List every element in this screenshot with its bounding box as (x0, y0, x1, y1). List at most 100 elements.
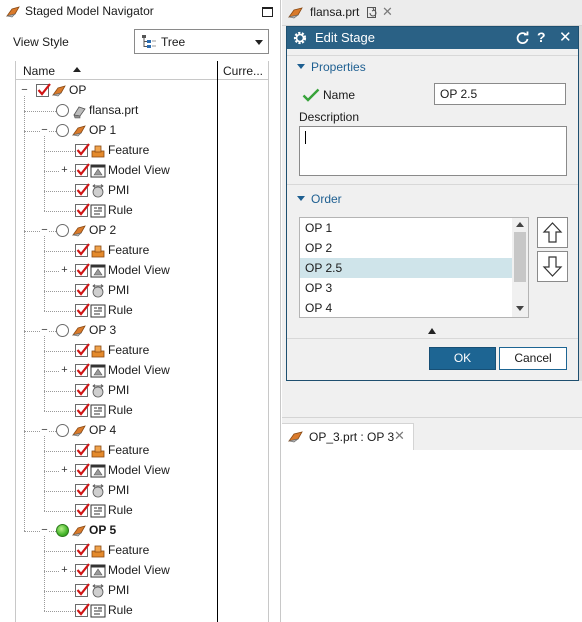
close-icon[interactable]: ✕ (382, 4, 393, 20)
expand-node-icon[interactable]: + (60, 165, 69, 176)
expand-node-icon[interactable]: + (60, 565, 69, 576)
visibility-checkbox[interactable] (75, 583, 90, 597)
tree-row[interactable]: − OP 2 (16, 221, 216, 241)
collapse-node-icon[interactable]: − (20, 85, 29, 96)
tree-row[interactable]: PMI (16, 481, 216, 501)
stage-radio[interactable] (56, 124, 69, 137)
active-stage-radio[interactable] (56, 524, 69, 537)
tree-row[interactable]: + Model View (16, 261, 216, 281)
tree-row[interactable]: + Model View (16, 461, 216, 481)
close-icon[interactable]: ✕ (394, 428, 405, 444)
view-style-dropdown[interactable]: Tree (134, 29, 269, 54)
visibility-checkbox[interactable] (75, 463, 90, 477)
tree-row[interactable]: − OP 4 (16, 421, 216, 441)
order-list-item[interactable]: OP 3 (300, 278, 512, 298)
pmi-icon (92, 184, 104, 198)
stage-radio[interactable] (56, 224, 69, 237)
tree-row[interactable]: Rule (16, 501, 216, 521)
doc-tab-label: flansa.prt (310, 5, 360, 19)
collapse-node-icon[interactable]: − (40, 225, 49, 236)
tree-row[interactable]: − OP 3 (16, 321, 216, 341)
tree-guide-line (44, 251, 75, 252)
tree-row[interactable]: Feature (16, 341, 216, 361)
visibility-checkbox[interactable] (75, 163, 90, 177)
collapse-node-icon[interactable]: − (40, 425, 49, 436)
visibility-checkbox[interactable] (75, 563, 90, 577)
visibility-checkbox[interactable] (75, 283, 90, 297)
tree-row[interactable]: − OP (16, 81, 216, 101)
doc-tab-op3[interactable]: OP_3.prt : OP 3 ✕ (282, 423, 414, 450)
close-icon[interactable]: ✕ (559, 28, 572, 46)
visibility-checkbox[interactable] (75, 503, 90, 517)
visibility-checkbox[interactable] (75, 263, 90, 277)
name-field[interactable] (434, 83, 566, 105)
description-textarea[interactable] (299, 126, 567, 176)
tree-node-label: Feature (108, 143, 150, 157)
tree-row[interactable]: PMI (16, 581, 216, 601)
order-list-item[interactable]: OP 1 (300, 218, 512, 238)
tree-row[interactable]: Feature (16, 241, 216, 261)
order-list-item[interactable]: OP 2 (300, 238, 512, 258)
tree-row[interactable]: Rule (16, 401, 216, 421)
order-scrollbar[interactable] (512, 218, 528, 317)
visibility-checkbox[interactable] (36, 83, 51, 97)
visibility-checkbox[interactable] (75, 303, 90, 317)
tree-row[interactable]: Feature (16, 141, 216, 161)
visibility-checkbox[interactable] (75, 383, 90, 397)
visibility-checkbox[interactable] (75, 403, 90, 417)
tree-row[interactable]: + Model View (16, 561, 216, 581)
visibility-checkbox[interactable] (75, 443, 90, 457)
order-list-item[interactable]: OP 4 (300, 298, 512, 317)
expand-node-icon[interactable]: + (60, 265, 69, 276)
maximize-icon[interactable] (262, 7, 273, 17)
model-viewport[interactable] (282, 450, 582, 622)
scroll-down-icon[interactable] (516, 306, 524, 311)
stage-radio[interactable] (56, 324, 69, 337)
cancel-button[interactable]: Cancel (499, 347, 567, 370)
visibility-checkbox[interactable] (75, 143, 90, 157)
move-down-button[interactable] (537, 251, 568, 282)
tree-row[interactable]: − OP 5 (16, 521, 216, 541)
ok-button[interactable]: OK (429, 347, 496, 370)
scroll-up-icon[interactable] (516, 222, 524, 227)
order-list[interactable]: OP 1 OP 2 OP 2.5 OP 3 OP 4 (299, 217, 529, 318)
expand-node-icon[interactable]: + (60, 365, 69, 376)
tree-row[interactable]: Rule (16, 601, 216, 621)
tree-row[interactable]: flansa.prt (16, 101, 216, 121)
visibility-checkbox[interactable] (75, 543, 90, 557)
tree-row[interactable]: + Model View (16, 161, 216, 181)
order-section-header[interactable]: Order (287, 191, 578, 209)
properties-section-header[interactable]: Properties (287, 59, 578, 77)
tree-row[interactable]: + Model View (16, 361, 216, 381)
visibility-checkbox[interactable] (75, 603, 90, 617)
visibility-checkbox[interactable] (75, 343, 90, 357)
tree-row[interactable]: Feature (16, 541, 216, 561)
collapse-node-icon[interactable]: − (40, 125, 49, 136)
visibility-checkbox[interactable] (75, 363, 90, 377)
tree-row[interactable]: − OP 1 (16, 121, 216, 141)
expand-node-icon[interactable]: + (60, 465, 69, 476)
refresh-icon[interactable] (366, 6, 379, 19)
column-header-current[interactable]: Curre... (223, 64, 263, 78)
visibility-checkbox[interactable] (75, 203, 90, 217)
stage-radio[interactable] (56, 424, 69, 437)
reset-icon[interactable] (516, 31, 530, 45)
stage-radio[interactable] (56, 104, 69, 117)
visibility-checkbox[interactable] (75, 483, 90, 497)
tree-row[interactable]: Rule (16, 301, 216, 321)
doc-tab-flansa[interactable]: flansa.prt ✕ (282, 0, 582, 26)
tree-row[interactable]: Feature (16, 441, 216, 461)
tree-row[interactable]: Rule (16, 201, 216, 221)
scrollbar-thumb[interactable] (514, 232, 526, 282)
collapse-dialog-icon[interactable] (428, 328, 436, 334)
tree-row[interactable]: PMI (16, 181, 216, 201)
collapse-node-icon[interactable]: − (40, 525, 49, 536)
visibility-checkbox[interactable] (75, 243, 90, 257)
order-list-item[interactable]: OP 2.5 (300, 258, 512, 278)
visibility-checkbox[interactable] (75, 183, 90, 197)
help-icon[interactable]: ? (537, 29, 546, 45)
tree-row[interactable]: PMI (16, 281, 216, 301)
collapse-node-icon[interactable]: − (40, 325, 49, 336)
move-up-button[interactable] (537, 217, 568, 248)
tree-row[interactable]: PMI (16, 381, 216, 401)
